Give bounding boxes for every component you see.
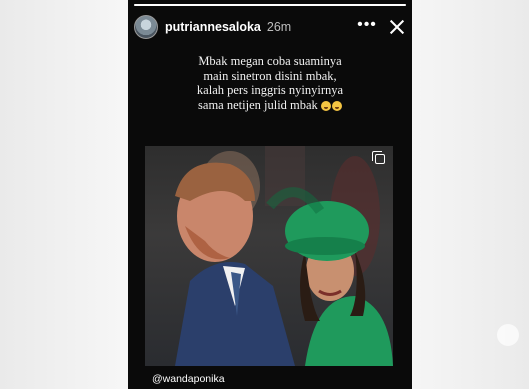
photo-illustration (175, 146, 393, 366)
woman-coat (305, 296, 393, 366)
next-story-arrow-icon[interactable] (497, 324, 519, 346)
instagram-story: putriannesaloka 26m ••• Mbak megan coba … (128, 0, 412, 389)
close-icon[interactable] (388, 18, 406, 36)
story-photo[interactable] (145, 146, 393, 366)
caption-emojis (320, 100, 342, 111)
more-options-icon[interactable]: ••• (356, 17, 378, 33)
caption-line: main sinetron disini mbak, (203, 68, 337, 83)
post-time: 26m (266, 20, 292, 34)
grinning-sweat-emoji-icon (320, 100, 331, 111)
caption-line-last: sama netijen julid mbak (148, 98, 392, 113)
story-progress-fill (134, 4, 406, 6)
joy-emoji-icon (331, 100, 342, 111)
avatar[interactable] (134, 15, 158, 39)
story-header: putriannesaloka 26m ••• (134, 12, 406, 42)
caption-text: sama netijen julid mbak (198, 97, 318, 112)
story-progress-bar (134, 4, 406, 6)
mention-tag[interactable]: @wandaponika (152, 373, 225, 385)
caption-line: kalah pers inggris nyinyirnya (196, 83, 344, 97)
multiple-photos-icon (372, 151, 385, 164)
username[interactable]: putriannesaloka (165, 20, 261, 34)
story-caption: Mbak megan coba suaminya main sinetron d… (148, 54, 392, 112)
caption-line: Mbak megan coba suaminya (198, 54, 342, 68)
